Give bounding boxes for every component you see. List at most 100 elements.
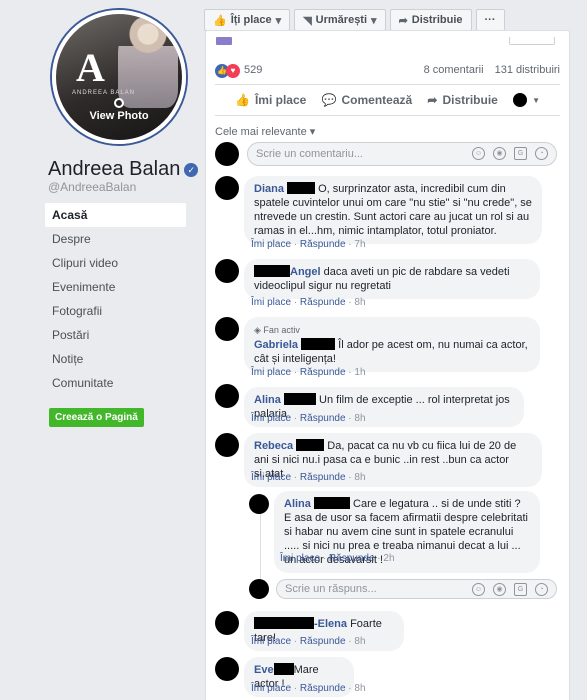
comment-like-link[interactable]: Îmi place	[251, 239, 291, 250]
chevron-down-icon: ▾	[275, 14, 282, 27]
avatar	[215, 433, 239, 457]
meta-separator: ·	[293, 297, 298, 308]
comment-post-button[interactable]: 💬 Comentează	[322, 93, 413, 107]
comment-reply-link[interactable]: Răspunde	[300, 683, 346, 694]
nav-item-despre[interactable]: Despre	[45, 227, 186, 251]
meta-separator: ·	[348, 413, 352, 424]
meta-separator: ·	[293, 636, 298, 647]
avatar	[215, 317, 239, 341]
like-page-button[interactable]: 👍 Îți place ▾	[204, 9, 291, 31]
like-page-label: Îți place	[230, 14, 272, 26]
rss-icon: ◥	[303, 14, 312, 27]
emoji-icon[interactable]: ☺	[472, 147, 485, 160]
comment-meta: Îmi place · Răspunde · 7h	[251, 239, 366, 250]
nav-item-comunitate[interactable]: Comunitate	[45, 371, 186, 395]
comments-count[interactable]: 8 comentarii	[424, 64, 484, 76]
share-page-label: Distribuie	[411, 14, 463, 26]
comment-post-label: Comentează	[341, 93, 413, 107]
comment-time[interactable]: 8h	[354, 683, 365, 694]
comment-like-link[interactable]: Îmi place	[251, 636, 291, 647]
post-as-selector[interactable]: ▼	[513, 93, 540, 107]
follow-page-button[interactable]: ◥ Urmărești ▾	[294, 9, 386, 31]
comment-reply-link[interactable]: Răspunde	[300, 297, 346, 308]
shares-count[interactable]: 131 distribuiri	[495, 64, 560, 76]
redacted-name	[287, 182, 316, 194]
left-column: A ANDREEA BALAN View Photo Andreea Balan…	[0, 0, 200, 700]
post-preview-strip	[216, 37, 232, 45]
comment-time[interactable]: 8h	[354, 636, 365, 647]
chevron-down-icon: ▾	[309, 126, 316, 138]
comment-author[interactable]: Alina	[254, 394, 281, 406]
share-post-button[interactable]: ➦ Distribuie	[427, 93, 497, 107]
comment-meta: Îmi place · Răspunde · 1h	[251, 367, 366, 378]
like-post-button[interactable]: 👍 Îmi place	[235, 93, 306, 107]
comment-reply-link[interactable]: Răspunde	[300, 472, 346, 483]
share-arrow-icon: ➦	[427, 93, 438, 107]
post-actions: 👍 Îmi place 💬 Comentează ➦ Distribuie ▼	[215, 87, 560, 113]
comment-meta: Îmi place · Răspunde · 8h	[251, 636, 366, 647]
camera-icon[interactable]: ◉	[493, 583, 506, 596]
comment-author[interactable]: Angel	[290, 266, 321, 278]
comment-time[interactable]: 7h	[354, 239, 365, 250]
comment-time[interactable]: 1h	[354, 367, 365, 378]
share-page-button[interactable]: ➦ Distribuie	[389, 9, 472, 31]
sticker-icon[interactable]: ◔	[535, 147, 548, 160]
comment-like-link[interactable]: Îmi place	[251, 367, 291, 378]
comment-reply-link[interactable]: Răspunde	[300, 413, 346, 424]
comment-author[interactable]: Eve	[254, 664, 274, 676]
divider	[215, 115, 560, 116]
comment-author[interactable]: Diana	[254, 183, 284, 195]
comment-meta: Îmi place · Răspunde · 8h	[251, 413, 366, 424]
emoji-icon[interactable]: ☺	[472, 583, 485, 596]
love-reaction-icon: ♥	[226, 64, 240, 78]
comment-time[interactable]: 8h	[354, 413, 365, 424]
nav-item-evenimente[interactable]: Evenimente	[45, 275, 186, 299]
reply-input[interactable]: Scrie un răspuns... ☺ ◉ G ◔	[276, 579, 557, 599]
reaction-count[interactable]: 529	[244, 64, 262, 76]
comment-like-link[interactable]: Îmi place	[280, 553, 320, 564]
avatar	[215, 259, 239, 283]
nav-item-notite[interactable]: Notițe	[45, 347, 186, 371]
page-name-text: Andreea Balan	[48, 158, 181, 180]
comment-input[interactable]: Scrie un comentariu... ☺ ◉ G ◔	[247, 142, 557, 166]
comment-placeholder: Scrie un comentariu...	[256, 148, 363, 160]
comment-like-link[interactable]: Îmi place	[251, 472, 291, 483]
comment-reply-link[interactable]: Răspunde	[300, 636, 346, 647]
comment-bubble: ◈ Fan activ Gabriela Îl ador pe acest om…	[244, 317, 540, 372]
comment-reply-link[interactable]: Răspunde	[329, 553, 375, 564]
comment-reply-link[interactable]: Răspunde	[300, 367, 346, 378]
comment-time[interactable]: 8h	[354, 472, 365, 483]
view-photo-overlay[interactable]: View Photo	[56, 98, 182, 122]
profile-photo-logo-text: ANDREEA BALAN	[72, 90, 136, 96]
more-options-button[interactable]: ···	[475, 9, 505, 31]
gif-icon[interactable]: G	[514, 147, 527, 160]
profile-picture[interactable]: A ANDREEA BALAN View Photo	[52, 10, 186, 144]
create-page-button[interactable]: Creează o Pagină	[49, 408, 144, 427]
page-action-bar: 👍 Îți place ▾ ◥ Urmărești ▾ ➦ Distribuie ···	[204, 9, 505, 31]
comment-bubble: Angel daca aveti un pic de rabdare sa ve…	[244, 259, 540, 299]
input-icons: ☺ ◉ G ◔	[472, 583, 548, 596]
comment-like-link[interactable]: Îmi place	[251, 297, 291, 308]
reply-placeholder: Scrie un răspuns...	[285, 583, 377, 595]
comment-author[interactable]: Rebeca	[254, 440, 293, 452]
camera-icon[interactable]: ◉	[493, 147, 506, 160]
comment-like-link[interactable]: Îmi place	[251, 413, 291, 424]
nav-item-acasa[interactable]: Acasă	[45, 203, 186, 227]
gif-icon[interactable]: G	[514, 583, 527, 596]
sticker-icon[interactable]: ◔	[535, 583, 548, 596]
nav-item-postari[interactable]: Postări	[45, 323, 186, 347]
follow-page-label: Urmărești	[315, 14, 368, 26]
comment-time[interactable]: 8h	[354, 297, 365, 308]
comment-author[interactable]: Gabriela	[254, 339, 298, 351]
comment-time[interactable]: 2h	[383, 553, 394, 564]
chevron-down-icon: ▾	[371, 14, 377, 27]
comment-author[interactable]: -Elena	[314, 618, 347, 630]
meta-separator: ·	[322, 553, 327, 564]
comment-like-link[interactable]: Îmi place	[251, 683, 291, 694]
nav-item-fotografii[interactable]: Fotografii	[45, 299, 186, 323]
comment-reply-link[interactable]: Răspunde	[300, 239, 346, 250]
view-photo-label: View Photo	[89, 110, 149, 122]
comment-sort-dropdown[interactable]: Cele mai relevante ▾	[215, 125, 315, 138]
comment-author[interactable]: Alina	[284, 498, 311, 510]
nav-item-clipuri-video[interactable]: Clipuri video	[45, 251, 186, 275]
